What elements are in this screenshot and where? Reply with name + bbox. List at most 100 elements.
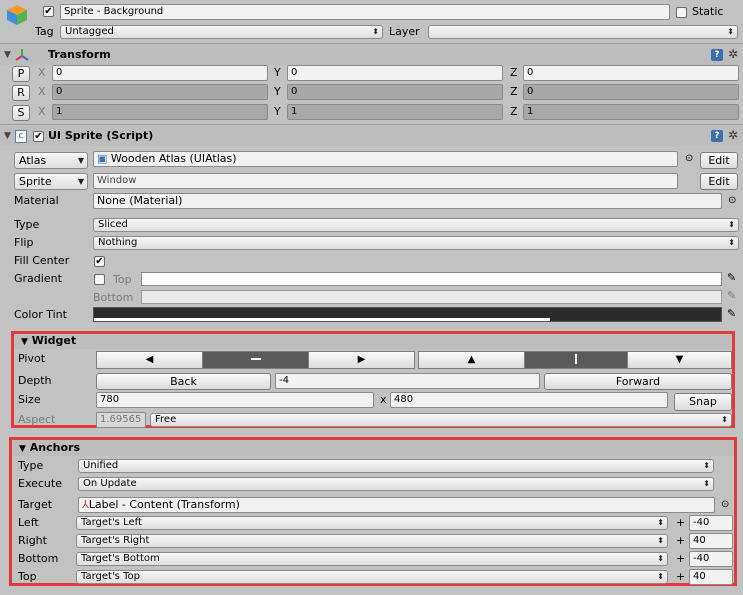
- anchor-left-label: Left: [18, 516, 39, 529]
- pivot-bottom-button[interactable]: ▼: [627, 351, 732, 369]
- target-field[interactable]: ⅄Label - Content (Transform): [78, 497, 715, 513]
- anchor-left-dropdown[interactable]: Target's Left ⬍: [76, 516, 668, 530]
- tag-dropdown[interactable]: Untagged ⬍: [60, 25, 383, 39]
- active-checkbox[interactable]: ✔: [43, 6, 54, 17]
- anchor-bottom-offset[interactable]: -40: [689, 551, 733, 567]
- anchor-bottom-label: Bottom: [18, 552, 59, 565]
- object-name-field[interactable]: Sprite - Background: [60, 4, 670, 20]
- anchor-left-offset[interactable]: -40: [689, 515, 733, 531]
- scale-y-field[interactable]: 1: [287, 104, 503, 120]
- anchors-header[interactable]: [12, 440, 734, 456]
- eyedropper-icon[interactable]: ✎: [727, 271, 736, 285]
- width-field[interactable]: 780: [96, 392, 374, 408]
- gradient-checkbox[interactable]: [94, 274, 105, 285]
- collapse-icon[interactable]: ▼: [4, 50, 11, 60]
- fill-center-checkbox[interactable]: ✔: [94, 256, 105, 267]
- static-label: Static: [692, 5, 724, 18]
- script-icon: c: [15, 130, 27, 143]
- anchor-right-dropdown[interactable]: Target's Right ⬍: [76, 534, 668, 548]
- collapse-icon[interactable]: ▼: [21, 337, 28, 347]
- right-arrow-icon: ▶: [357, 354, 366, 365]
- snap-button[interactable]: Snap: [674, 393, 732, 411]
- gradient-label: Gradient: [14, 272, 62, 285]
- rotation-y-field[interactable]: 0: [287, 84, 503, 100]
- depth-back-button[interactable]: Back: [96, 373, 271, 390]
- static-checkbox[interactable]: [676, 7, 687, 18]
- pivot-center-v-button[interactable]: [524, 351, 628, 369]
- atlas-edit-button[interactable]: Edit: [700, 152, 738, 169]
- pivot-right-button[interactable]: ▶: [308, 351, 415, 369]
- execute-dropdown[interactable]: On Update ⬍: [78, 477, 714, 491]
- anchor-top-offset[interactable]: 40: [689, 569, 733, 585]
- sprite-field[interactable]: Window: [93, 173, 678, 189]
- enabled-checkbox[interactable]: ✔: [33, 131, 44, 142]
- anchor-top-dropdown[interactable]: Target's Top ⬍: [76, 570, 668, 584]
- dropdown-arrow-icon: ⬍: [721, 415, 728, 424]
- anchor-right-offset[interactable]: 40: [689, 533, 733, 549]
- position-z-field[interactable]: 0: [523, 65, 739, 81]
- color-tint-swatch[interactable]: [93, 307, 722, 322]
- divider: [0, 43, 743, 44]
- type-dropdown[interactable]: Sliced ⬍: [93, 218, 739, 232]
- pivot-top-button[interactable]: ▲: [418, 351, 525, 369]
- aspect-mode-dropdown[interactable]: Free ⬍: [150, 413, 732, 427]
- scale-x-field[interactable]: 1: [52, 104, 268, 120]
- rotation-z-field[interactable]: 0: [523, 84, 739, 100]
- depth-label: Depth: [18, 374, 52, 387]
- x-label: X: [38, 105, 46, 118]
- anchor-bottom-dropdown[interactable]: Target's Bottom ⬍: [76, 552, 668, 566]
- transform-header[interactable]: [0, 45, 743, 65]
- target-picker-icon[interactable]: ⊙: [721, 498, 729, 512]
- aspect-label: Aspect: [18, 413, 56, 426]
- position-reset-button[interactable]: P: [12, 66, 30, 82]
- transform-title: Transform: [48, 48, 111, 61]
- widget-header[interactable]: [14, 334, 732, 349]
- atlas-asset-icon: ▣: [97, 152, 108, 165]
- gradient-top-color[interactable]: [141, 272, 722, 286]
- height-field[interactable]: 480: [390, 392, 668, 408]
- material-picker-icon[interactable]: ⊙: [728, 194, 736, 208]
- layer-dropdown[interactable]: ⬍: [428, 25, 738, 39]
- execute-label: Execute: [18, 477, 62, 490]
- rotation-reset-button[interactable]: R: [12, 85, 30, 101]
- atlas-dropdown-button[interactable]: Atlas ▼: [14, 152, 88, 169]
- rotation-x-field[interactable]: 0: [52, 84, 268, 100]
- gradient-bottom-label: Bottom: [93, 291, 134, 304]
- pivot-label: Pivot: [18, 352, 46, 365]
- atlas-field[interactable]: ▣ Wooden Atlas (UIAtlas): [93, 151, 678, 167]
- sprite-dropdown-button[interactable]: Sprite ▼: [14, 173, 88, 190]
- eyedropper-icon[interactable]: ✎: [727, 289, 736, 303]
- gear-icon[interactable]: ✲: [728, 128, 738, 142]
- depth-forward-button[interactable]: Forward: [544, 373, 732, 390]
- sprite-edit-button[interactable]: Edit: [700, 173, 738, 190]
- pivot-left-button[interactable]: ◀: [96, 351, 203, 369]
- scale-reset-button[interactable]: S: [12, 105, 30, 121]
- anchor-type-dropdown[interactable]: Unified ⬍: [78, 459, 714, 473]
- left-arrow-icon: ◀: [145, 354, 154, 365]
- flip-dropdown[interactable]: Nothing ⬍: [93, 236, 739, 250]
- eyedropper-icon[interactable]: ✎: [727, 307, 736, 321]
- dropdown-arrow-icon: ⬍: [657, 554, 664, 563]
- alpha-bar: [94, 318, 550, 321]
- scale-z-field[interactable]: 1: [523, 104, 739, 120]
- pivot-center-h-button[interactable]: [202, 351, 309, 369]
- dropdown-arrow-icon: ⬍: [703, 479, 710, 488]
- gameobject-icon: [6, 4, 28, 26]
- material-field[interactable]: None (Material): [93, 193, 722, 209]
- position-y-field[interactable]: 0: [287, 65, 503, 81]
- plus-label: +: [676, 552, 686, 565]
- vertical-bar-icon: [575, 354, 577, 364]
- atlas-picker-icon[interactable]: ⊙: [685, 152, 693, 166]
- dropdown-arrow-icon: ⬍: [703, 461, 710, 470]
- plus-label: +: [676, 516, 686, 529]
- gear-icon[interactable]: ✲: [728, 47, 738, 61]
- dropdown-arrow-icon: ⬍: [728, 220, 735, 229]
- depth-field[interactable]: -4: [275, 373, 540, 389]
- collapse-icon[interactable]: ▼: [19, 444, 26, 454]
- collapse-icon[interactable]: ▼: [4, 131, 11, 141]
- gradient-bottom-color[interactable]: [141, 290, 722, 304]
- position-x-field[interactable]: 0: [52, 65, 268, 81]
- divider: [0, 124, 743, 125]
- help-icon[interactable]: ?: [711, 130, 723, 142]
- help-icon[interactable]: ?: [711, 49, 723, 61]
